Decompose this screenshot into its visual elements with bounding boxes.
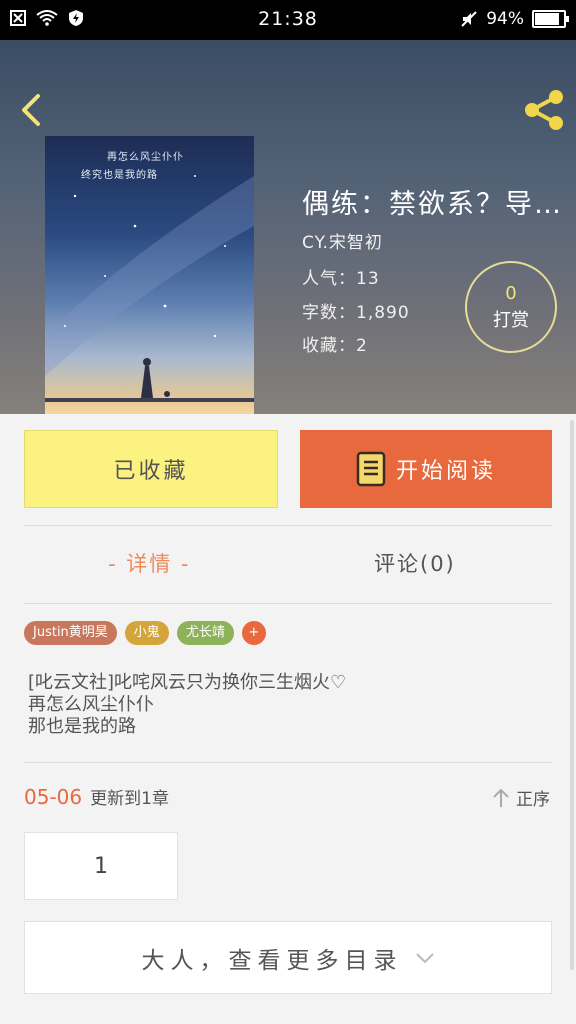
collected-label: 已收藏 bbox=[113, 459, 189, 484]
status-right-icons: 94% bbox=[460, 9, 569, 29]
scrollbar[interactable] bbox=[570, 420, 574, 970]
cover-text-line1: 再怎么风尘仆仆 bbox=[107, 152, 184, 163]
sort-order-label: 正序 bbox=[516, 790, 550, 810]
battery-icon bbox=[532, 10, 569, 28]
book-popularity: 人气：13 bbox=[302, 269, 380, 289]
book-title: 偶练：禁欲系？导… bbox=[302, 189, 563, 220]
description-line: 那也是我的路 bbox=[28, 716, 136, 737]
share-icon[interactable] bbox=[520, 88, 568, 132]
tag-youzhangjing[interactable]: 尤长靖 bbox=[176, 621, 234, 645]
tab-detail[interactable]: - 详情 - bbox=[108, 548, 191, 578]
add-tag-button[interactable]: + bbox=[241, 621, 266, 645]
update-date: 05-06 bbox=[24, 785, 83, 809]
mute-icon bbox=[461, 11, 477, 27]
tag-xiaogui[interactable]: 小鬼 bbox=[124, 621, 169, 645]
arrow-up-icon bbox=[493, 788, 509, 807]
book-header: 再怎么风尘仆仆 终究也是我的路 偶练：禁欲系？导… CY.宋智初 人气：13 字… bbox=[0, 40, 576, 414]
reward-button[interactable]: 0 打赏 bbox=[465, 261, 557, 353]
more-catalog-label: 大人，查看更多目录 bbox=[141, 947, 403, 974]
start-reading-label: 开始阅读 bbox=[395, 459, 496, 484]
book-description: [叱云文社]叱咤风云只为换你三生烟火♡ 再怎么风尘仆仆 那也是我的路 bbox=[28, 672, 346, 738]
back-arrow-icon[interactable] bbox=[14, 90, 54, 130]
divider bbox=[24, 603, 552, 604]
reward-label: 打赏 bbox=[493, 310, 529, 331]
chapter-item[interactable]: 1 bbox=[24, 832, 178, 900]
update-info: 05-06 更新到1章 bbox=[24, 784, 169, 809]
tag-justin[interactable]: Justin黄明昊 bbox=[24, 621, 117, 645]
more-catalog-button[interactable]: 大人，查看更多目录 bbox=[24, 921, 552, 994]
chapter-number: 1 bbox=[94, 853, 108, 879]
book-icon bbox=[356, 451, 386, 487]
reward-count: 0 bbox=[505, 283, 517, 304]
collected-button[interactable]: 已收藏 bbox=[24, 430, 278, 508]
sort-order-button[interactable]: 正序 bbox=[492, 785, 550, 810]
tag-list: Justin黄明昊 小鬼 尤长靖 + bbox=[24, 621, 266, 645]
book-author[interactable]: CY.宋智初 bbox=[302, 228, 383, 253]
description-line: [叱云文社]叱咤风云只为换你三生烟火♡ bbox=[28, 672, 347, 693]
book-cover-image[interactable]: 再怎么风尘仆仆 终究也是我的路 bbox=[45, 136, 254, 414]
status-bar: 21:38 94% bbox=[0, 0, 576, 40]
description-line: 再怎么风尘仆仆 bbox=[28, 694, 154, 715]
cover-text-line2: 终究也是我的路 bbox=[81, 170, 158, 181]
update-text: 更新到1章 bbox=[90, 789, 169, 809]
tab-comments[interactable]: 评论(0) bbox=[374, 548, 456, 578]
book-favorites: 收藏：2 bbox=[302, 336, 368, 356]
book-word-count: 字数：1,890 bbox=[302, 303, 410, 323]
start-reading-button[interactable]: 开始阅读 bbox=[300, 430, 552, 508]
battery-text: 94% bbox=[486, 9, 524, 29]
divider bbox=[24, 525, 552, 526]
chevron-down-icon bbox=[415, 952, 434, 963]
divider bbox=[24, 762, 552, 763]
battery-fill bbox=[535, 13, 560, 25]
